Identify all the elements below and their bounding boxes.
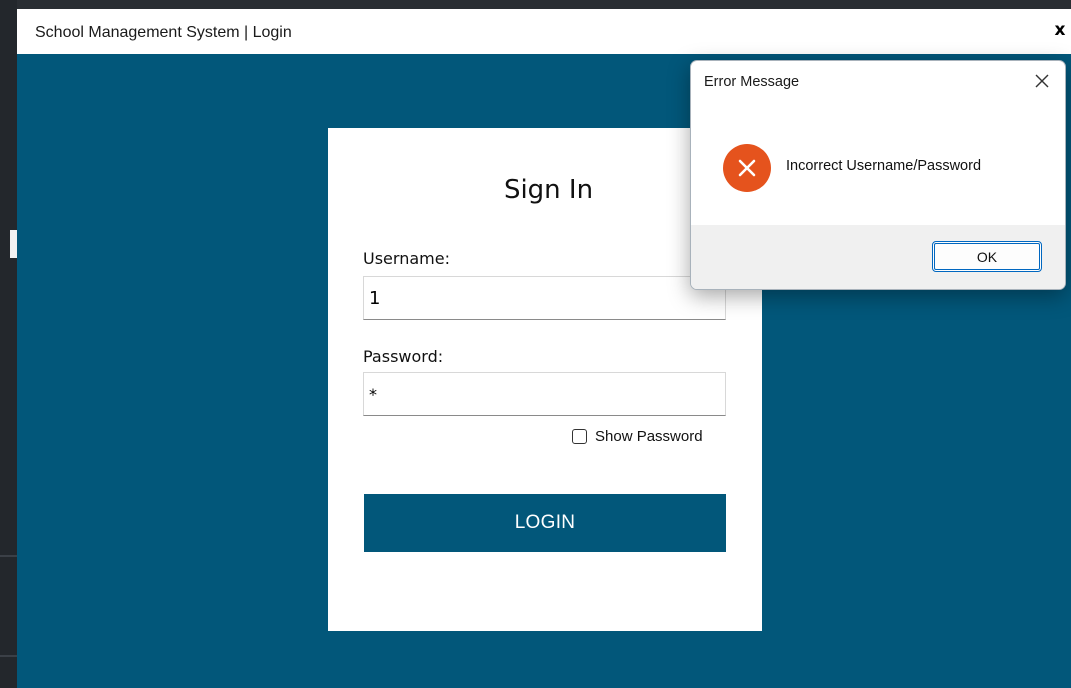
dialog-message: Incorrect Username/Password (786, 158, 982, 174)
show-password-label: Show Password (595, 428, 703, 445)
password-input[interactable] (363, 372, 726, 416)
background-divider (0, 655, 17, 657)
error-dialog: Error Message Incorrect Username/Passwor… (690, 60, 1066, 290)
error-x-icon (723, 144, 771, 192)
app-close-button[interactable]: x (1049, 19, 1071, 41)
dialog-close-button[interactable] (1029, 68, 1055, 94)
window-title: School Management System | Login (35, 24, 292, 41)
title-bar-right: x (805, 9, 1071, 54)
desktop-left-strip (0, 0, 17, 688)
password-label: Password: (363, 347, 444, 366)
background-divider (0, 555, 17, 557)
show-password-checkbox[interactable] (572, 429, 587, 444)
username-input[interactable] (363, 276, 726, 320)
background-window-edge (10, 230, 17, 258)
ok-button[interactable]: OK (932, 241, 1042, 272)
login-button[interactable]: LOGIN (364, 494, 726, 552)
dialog-title: Error Message (704, 74, 800, 90)
close-icon (1035, 74, 1049, 88)
username-label: Username: (363, 249, 450, 268)
dialog-footer: OK (691, 225, 1065, 289)
show-password-toggle[interactable]: Show Password (572, 428, 703, 445)
title-bar: School Management System | Login (17, 9, 805, 54)
app-window: School Management System | Login x Sign … (17, 9, 1071, 688)
